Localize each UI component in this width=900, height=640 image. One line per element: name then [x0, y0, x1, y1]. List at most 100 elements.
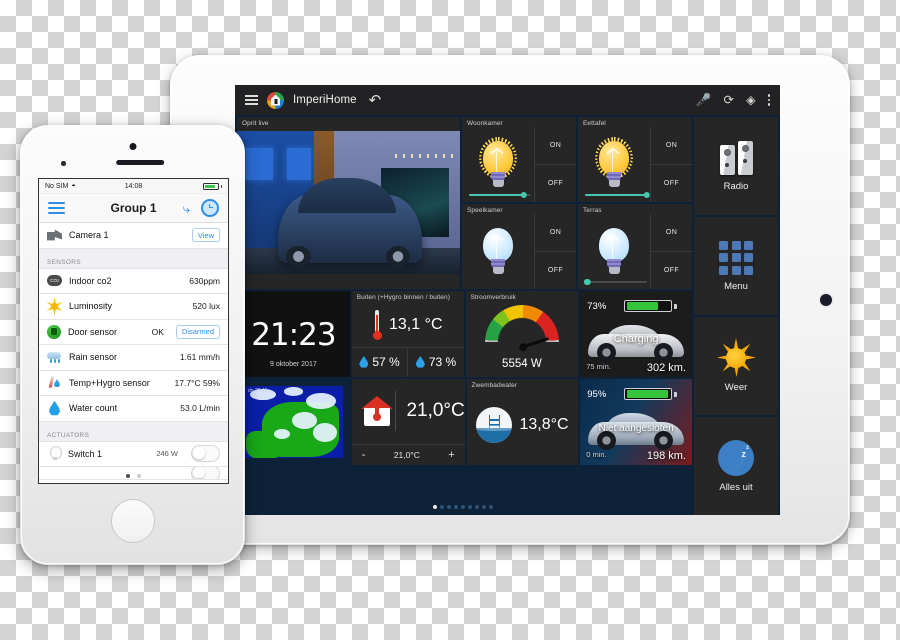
share-icon[interactable]: ⤷: [183, 202, 190, 215]
page-title: Group 1: [110, 201, 157, 215]
lamp-dimmer-slider[interactable]: [469, 191, 531, 199]
list-item[interactable]: Temp+Hygro sensor 17.7°C 59%: [39, 370, 228, 396]
car-status: Niet aangesloten: [598, 423, 674, 434]
light-bulb-icon: [596, 228, 632, 278]
phone-device: No SIM ◓ 14:08 Group 1 ⤷ Camera 1 View S…: [20, 125, 245, 565]
camera-list-item[interactable]: Camera 1 View: [39, 223, 228, 249]
ev-charging-tile-2[interactable]: 95% Niet aangesloten 0 min. 198 km.: [580, 379, 692, 465]
lamp-on-button[interactable]: ON: [651, 127, 692, 165]
lamp-tile-speelkamer[interactable]: Speelkamer ON OFF: [462, 204, 576, 289]
lamp-dimmer-slider[interactable]: [584, 278, 647, 286]
phone-home-button[interactable]: [110, 499, 155, 543]
view-button[interactable]: View: [191, 228, 220, 243]
lamp-icon-area[interactable]: [578, 130, 650, 202]
phone-front-camera: [129, 143, 136, 150]
kebab-menu-icon[interactable]: [767, 94, 770, 106]
lamp-on-button[interactable]: ON: [651, 214, 692, 252]
thermostat-tile[interactable]: 21,0°C - 21,0°C +: [351, 379, 465, 465]
side-button-menu[interactable]: Menu: [694, 217, 778, 315]
camera-tile[interactable]: Oprit live: [237, 117, 460, 289]
location-diamond-icon[interactable]: ◈: [746, 94, 756, 107]
sensor-value: OK: [151, 326, 164, 337]
side-button-label: Weer: [724, 381, 748, 393]
list-item[interactable]: Door sensor OK Disarmed: [39, 319, 228, 345]
lamp-off-button[interactable]: OFF: [651, 252, 692, 289]
sensor-label: Luminosity: [69, 301, 113, 312]
tablet-device: ImperiHome ↶ 🎤 ⟳ ◈ Oprit live Woonkamer …: [170, 55, 850, 545]
clock-icon[interactable]: [201, 199, 219, 217]
sensor-label: Temp+Hygro sensor: [69, 377, 150, 388]
microphone-icon[interactable]: 🎤: [696, 94, 712, 107]
lamp-off-button[interactable]: OFF: [651, 165, 692, 202]
app-title: ImperiHome: [293, 94, 357, 106]
sun-icon: [47, 297, 62, 314]
list-item[interactable]: CO 2 Indoor co2 630ppm: [39, 268, 228, 294]
list-item[interactable]: Switch 1 246 W: [39, 441, 228, 467]
tablet-home-button[interactable]: [820, 294, 832, 306]
lamp-dimmer-slider[interactable]: [585, 191, 651, 199]
dashboard-page-dots[interactable]: [235, 505, 690, 509]
section-header-sensors: SENSORS: [39, 248, 228, 269]
side-button-weer[interactable]: Weer: [694, 317, 778, 415]
carrier-label: No SIM: [45, 182, 69, 190]
rain-cloud-icon: [47, 350, 62, 365]
dashboard-row-1: Oprit live Woonkamer ON OFF Eettafel ON …: [237, 117, 692, 289]
phone-earpiece-speaker: [115, 160, 164, 165]
phone-nav-bar: Group 1 ⤷: [39, 194, 228, 223]
lamp-off-button[interactable]: OFF: [535, 165, 576, 202]
disarmed-button[interactable]: Disarmed: [175, 324, 220, 339]
clock-tile: 21:23 9 oktober 2017: [237, 291, 350, 377]
humidity-outdoor: 73 %: [408, 347, 463, 377]
car-status: Charging: [613, 333, 659, 345]
sensor-label: Door sensor: [68, 326, 118, 337]
lamp-icon-area[interactable]: [462, 217, 534, 289]
side-button-radio[interactable]: Radio: [694, 117, 778, 215]
battery-percent: 95%: [587, 389, 607, 400]
lamp-tile-terras[interactable]: Terras ON OFF: [578, 204, 692, 289]
gauge-icon: [484, 305, 559, 377]
list-item[interactable]: Water count 53.0 L/min: [39, 396, 228, 422]
phone-page-dots[interactable]: [39, 474, 228, 478]
phone-status-bar: No SIM ◓ 14:08: [39, 179, 228, 194]
thermostat-decrease-button[interactable]: -: [362, 449, 366, 461]
lamp-off-button[interactable]: OFF: [535, 252, 576, 289]
light-bulb-icon: [48, 446, 62, 461]
thermostat-current-temp: 21,0°C: [395, 390, 465, 431]
battery-nub: [220, 184, 222, 188]
pool-temp-tile[interactable]: Zwembadwater 13,8°C: [466, 379, 579, 465]
outdoor-temp-tile[interactable]: Buiten (+Hygro binnen / buiten) 13,1 °C …: [351, 291, 464, 377]
clock-time: 21:23: [251, 317, 336, 353]
radar-image: do 20:45: [244, 386, 343, 458]
list-item[interactable]: Rain sensor 1.61 mm/h: [39, 345, 228, 371]
thermostat-increase-button[interactable]: +: [448, 449, 454, 461]
lamp-icon-area[interactable]: [578, 217, 650, 289]
lamp-tile-woonkamer[interactable]: Woonkamer ON OFF: [462, 117, 576, 202]
clock-date: 9 oktober 2017: [270, 361, 317, 368]
weather-radar-tile[interactable]: do 20:45: [237, 379, 350, 465]
lamp-tile-eettafel[interactable]: Eettafel ON OFF: [578, 117, 692, 202]
side-button-alles-uit[interactable]: zz Alles uit: [694, 417, 778, 515]
hamburger-icon[interactable]: [245, 95, 258, 105]
sensor-value: 520 lux: [192, 301, 220, 312]
ev-charging-tile-1[interactable]: 73% Charging 75 min. 302 km.: [580, 291, 692, 377]
switch-toggle[interactable]: [191, 445, 220, 463]
humidity-indoor: 57 %: [352, 347, 409, 377]
humidity-indoor-value: 57 %: [372, 355, 400, 369]
pool-icon: [476, 407, 513, 443]
undo-arrow-icon[interactable]: ↶: [369, 93, 382, 108]
light-bulb-icon: [595, 137, 633, 191]
power-gauge-tile[interactable]: Stroomverbruik 5554 W: [465, 291, 579, 377]
lamp-on-button[interactable]: ON: [535, 214, 576, 252]
list-item[interactable]: Luminosity 520 lux: [39, 294, 228, 320]
moon-sleep-icon: zz: [718, 439, 754, 476]
hamburger-icon[interactable]: [48, 201, 65, 215]
side-button-label: Menu: [724, 280, 748, 292]
sensor-label: Rain sensor: [69, 352, 118, 363]
refresh-icon[interactable]: ⟳: [724, 94, 734, 107]
radar-timestamp: do 20:45: [248, 388, 268, 394]
humidity-outdoor-value: 73 %: [428, 355, 457, 369]
lamp-on-button[interactable]: ON: [535, 127, 576, 165]
tablet-screen: ImperiHome ↶ 🎤 ⟳ ◈ Oprit live Woonkamer …: [235, 85, 780, 515]
dashboard-side-buttons: Radio Menu Weer z z Alles uit: [692, 115, 780, 515]
wifi-icon: ◓: [71, 181, 76, 191]
